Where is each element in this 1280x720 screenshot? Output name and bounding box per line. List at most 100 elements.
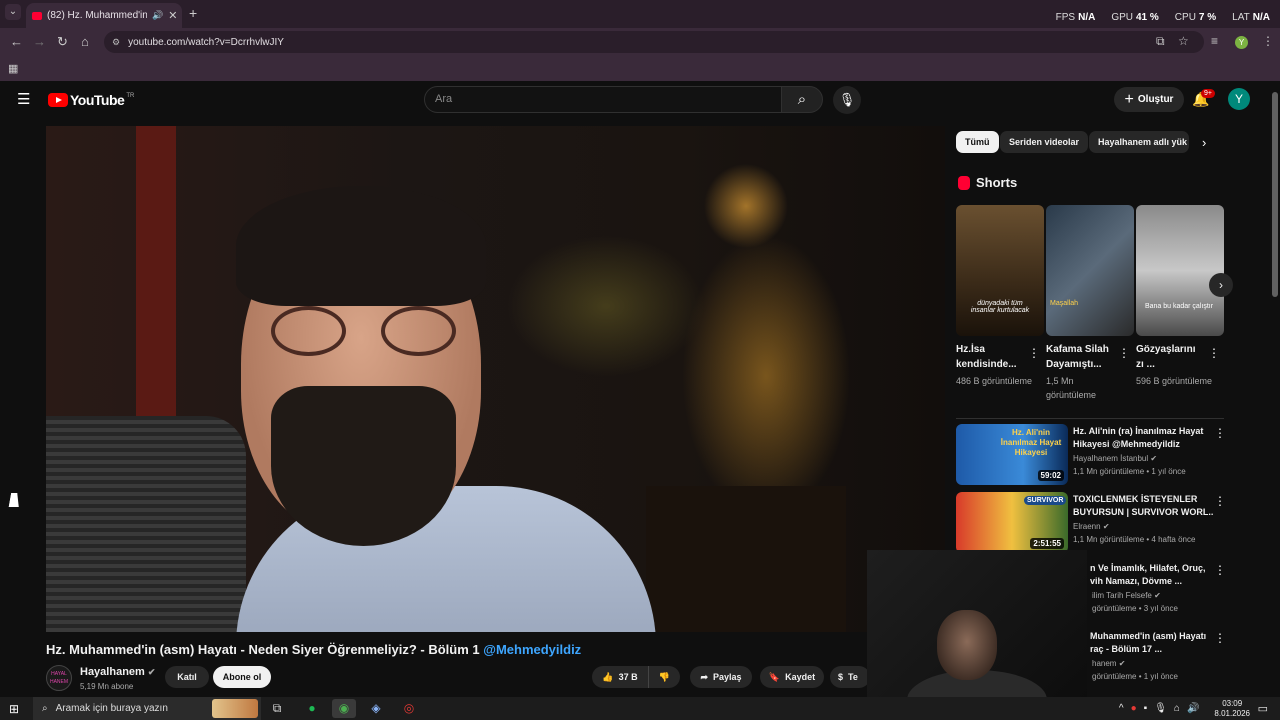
microphone-icon: 🎙 xyxy=(838,92,856,107)
tray-app-icon[interactable]: ▪ xyxy=(1144,703,1148,714)
page-scrollbar-thumb[interactable] xyxy=(1272,92,1278,297)
kebab-menu-icon[interactable]: ⋮ xyxy=(1118,346,1130,360)
apps-grid-icon[interactable]: ▦ xyxy=(8,62,18,75)
short-views: 1,5 Mn görüntüleme xyxy=(1046,376,1097,400)
reading-list-icon[interactable]: ≡ xyxy=(1211,34,1218,48)
recommended-title[interactable]: TOXICLENMEK İSTEYENLER BUYURSUN | SURVIVO… xyxy=(1073,493,1213,519)
recommended-thumbnail[interactable]: SURVIVOR 2:51:55 xyxy=(956,492,1068,553)
save-button[interactable]: 🔖 Kaydet xyxy=(760,666,824,688)
video-player[interactable] xyxy=(46,126,945,632)
plus-icon: + xyxy=(1124,90,1134,108)
browser-tab-active[interactable]: (82) Hz. Muhammed'in (asm 🔊 ✕ xyxy=(26,3,182,28)
browser-tab-bar: ⌄ (82) Hz. Muhammed'in (asm 🔊 ✕ + FPSN/A… xyxy=(0,0,1280,28)
network-icon[interactable]: ⌂ xyxy=(1174,703,1180,714)
video-title-mention-link[interactable]: @Mehmedyildiz xyxy=(483,642,581,657)
recommended-meta: görüntüleme • 1 yıl önce xyxy=(1092,672,1178,681)
chip-series-videos[interactable]: Seriden videolar xyxy=(1000,131,1089,153)
recommended-channel[interactable]: Hayalhanem İstanbul ✔ xyxy=(1073,454,1157,463)
subscribe-button[interactable]: Abone ol xyxy=(213,666,271,688)
kebab-menu-icon[interactable]: ⋮ xyxy=(1214,494,1226,508)
bookmark-star-icon[interactable]: ☆ xyxy=(1178,34,1189,48)
thanks-button[interactable]: $ Te xyxy=(830,666,870,688)
kebab-menu-icon[interactable]: ⋮ xyxy=(1214,426,1226,440)
shorts-heading-text: Shorts xyxy=(976,175,1018,190)
shorts-next-chevron-icon[interactable]: › xyxy=(1209,273,1233,297)
tray-chevron-up-icon[interactable]: ^ xyxy=(1119,703,1124,714)
notification-count-badge: 9+ xyxy=(1201,89,1215,98)
account-avatar[interactable]: Y xyxy=(1228,88,1250,110)
taskbar-search-box[interactable]: ⌕ Aramak için buraya yazın xyxy=(33,697,261,720)
new-tab-button[interactable]: + xyxy=(189,5,197,21)
reload-icon[interactable]: ↻ xyxy=(57,34,68,50)
short-thumbnail[interactable]: dünyadaki tüm insanlar kurtulacak xyxy=(956,205,1044,336)
chevron-right-icon[interactable]: › xyxy=(1202,135,1206,150)
video-title-text: Hz. Muhammed'in (asm) Hayatı - Neden Siy… xyxy=(46,642,480,657)
chrome-icon[interactable]: ◉ xyxy=(332,699,356,718)
channel-avatar[interactable]: HAYAL HANEM xyxy=(46,665,72,691)
tab-search-button[interactable]: ⌄ xyxy=(5,4,21,20)
home-icon[interactable]: ⌂ xyxy=(81,34,89,49)
short-title[interactable]: Gözyaşlarını zı ... xyxy=(1136,342,1206,372)
save-label: Kaydet xyxy=(785,672,816,682)
spotify-icon[interactable]: ● xyxy=(300,699,324,718)
forward-arrow-icon[interactable]: → xyxy=(33,34,46,49)
short-thumbnail[interactable]: Maşallah xyxy=(1046,205,1134,336)
youtube-logo[interactable]: YouTube TR xyxy=(48,92,134,108)
video-duration: 2:51:55 xyxy=(1030,538,1064,549)
join-button[interactable]: Katıl xyxy=(165,666,209,688)
address-bar[interactable]: ⚙ youtube.com/watch?v=DcrrhvlwJIY xyxy=(104,31,1204,53)
recommended-channel[interactable]: ilim Tarih Felsefe ✔ xyxy=(1092,591,1161,600)
create-button[interactable]: + Oluştur xyxy=(1114,87,1184,112)
short-caption: Bana bu kadar çalıştır xyxy=(1144,303,1214,310)
task-view-icon[interactable]: ⧉ xyxy=(265,699,289,718)
obs-icon[interactable]: ◎ xyxy=(397,699,421,718)
windows-start-icon[interactable]: ⊞ xyxy=(9,702,19,716)
chip-channel-uploads[interactable]: Hayalhanem adlı yük xyxy=(1089,131,1189,153)
video-duration: 59:02 xyxy=(1037,470,1064,481)
kebab-menu-icon[interactable]: ⋮ xyxy=(1214,631,1226,645)
voice-search-button[interactable]: 🎙 xyxy=(833,86,861,114)
back-arrow-icon[interactable]: ← xyxy=(10,34,23,49)
speaker-icon[interactable]: 🔊 xyxy=(152,10,163,21)
kebab-menu-icon[interactable]: ⋮ xyxy=(1208,346,1220,360)
short-thumbnail[interactable]: Bana bu kadar çalıştır xyxy=(1136,205,1224,336)
like-button[interactable]: 👍 37 B xyxy=(592,666,648,688)
tab-title: (82) Hz. Muhammed'in (asm xyxy=(47,10,147,21)
browser-menu-icon[interactable]: ⋮ xyxy=(1262,34,1274,48)
mic-tray-icon[interactable]: 🎙 xyxy=(1154,703,1167,714)
steam-icon[interactable]: ◈ xyxy=(364,699,388,718)
tab-close-icon[interactable]: ✕ xyxy=(168,9,177,22)
search-input[interactable]: Ara xyxy=(424,86,782,113)
short-title[interactable]: Kafama Silah Dayamıştı... xyxy=(1046,342,1116,372)
notification-center-icon[interactable]: ▭ xyxy=(1258,702,1268,715)
system-clock[interactable]: 03:09 8.01.2026 xyxy=(1214,699,1250,719)
install-app-icon[interactable]: ⧉ xyxy=(1156,34,1165,49)
site-info-icon[interactable]: ⚙ xyxy=(112,37,120,48)
recommended-channel[interactable]: Elraenn ✔ xyxy=(1073,522,1110,531)
like-count: 37 B xyxy=(618,672,638,682)
recommended-title[interactable]: n Ve İmamlık, Hilafet, Oruç, vih Namazı, … xyxy=(1090,562,1230,588)
share-button[interactable]: ➦ Paylaş xyxy=(690,666,752,688)
recommended-channel[interactable]: hanem ✔ xyxy=(1092,659,1125,668)
browser-toolbar: ← → ↻ ⌂ ⚙ youtube.com/watch?v=DcrrhvlwJI… xyxy=(0,28,1280,56)
volume-icon[interactable]: 🔊 xyxy=(1187,703,1199,714)
perf-lat: LAT N/A xyxy=(1232,12,1270,23)
search-button[interactable]: ⌕ xyxy=(781,86,823,113)
dislike-button[interactable]: 👎 xyxy=(648,666,680,688)
short-caption: dünyadaki tüm insanlar kurtulacak xyxy=(970,300,1030,314)
taskbar-search-placeholder: Aramak için buraya yazın xyxy=(55,703,168,714)
short-title[interactable]: Hz.İsa kendisinde... xyxy=(956,342,1026,372)
chip-all[interactable]: Tümü xyxy=(956,131,999,153)
recommended-title[interactable]: Muhammed'in (asm) Hayatı raç - Bölüm 17 .… xyxy=(1090,630,1230,656)
video-frame-speaker xyxy=(176,186,656,632)
recommended-thumbnail[interactable]: Hz. Ali'nin İnanılmaz Hayat Hikayesi 59:… xyxy=(956,424,1068,485)
guide-menu-icon[interactable]: ☰ xyxy=(17,92,31,107)
performance-overlay: FPS N/A GPU 41 % CPU 7 % LAT N/A xyxy=(1056,12,1270,23)
kebab-menu-icon[interactable]: ⋮ xyxy=(1028,346,1040,360)
recording-icon[interactable]: ● xyxy=(1131,703,1137,714)
create-label: Oluştur xyxy=(1137,94,1174,105)
browser-profile-avatar[interactable]: Y xyxy=(1235,36,1248,49)
recommended-title[interactable]: Hz. Ali'nin (ra) İnanılmaz Hayat Hikayesi… xyxy=(1073,425,1213,451)
channel-name[interactable]: Hayalhanem ✔ xyxy=(80,666,155,678)
kebab-menu-icon[interactable]: ⋮ xyxy=(1214,563,1226,577)
